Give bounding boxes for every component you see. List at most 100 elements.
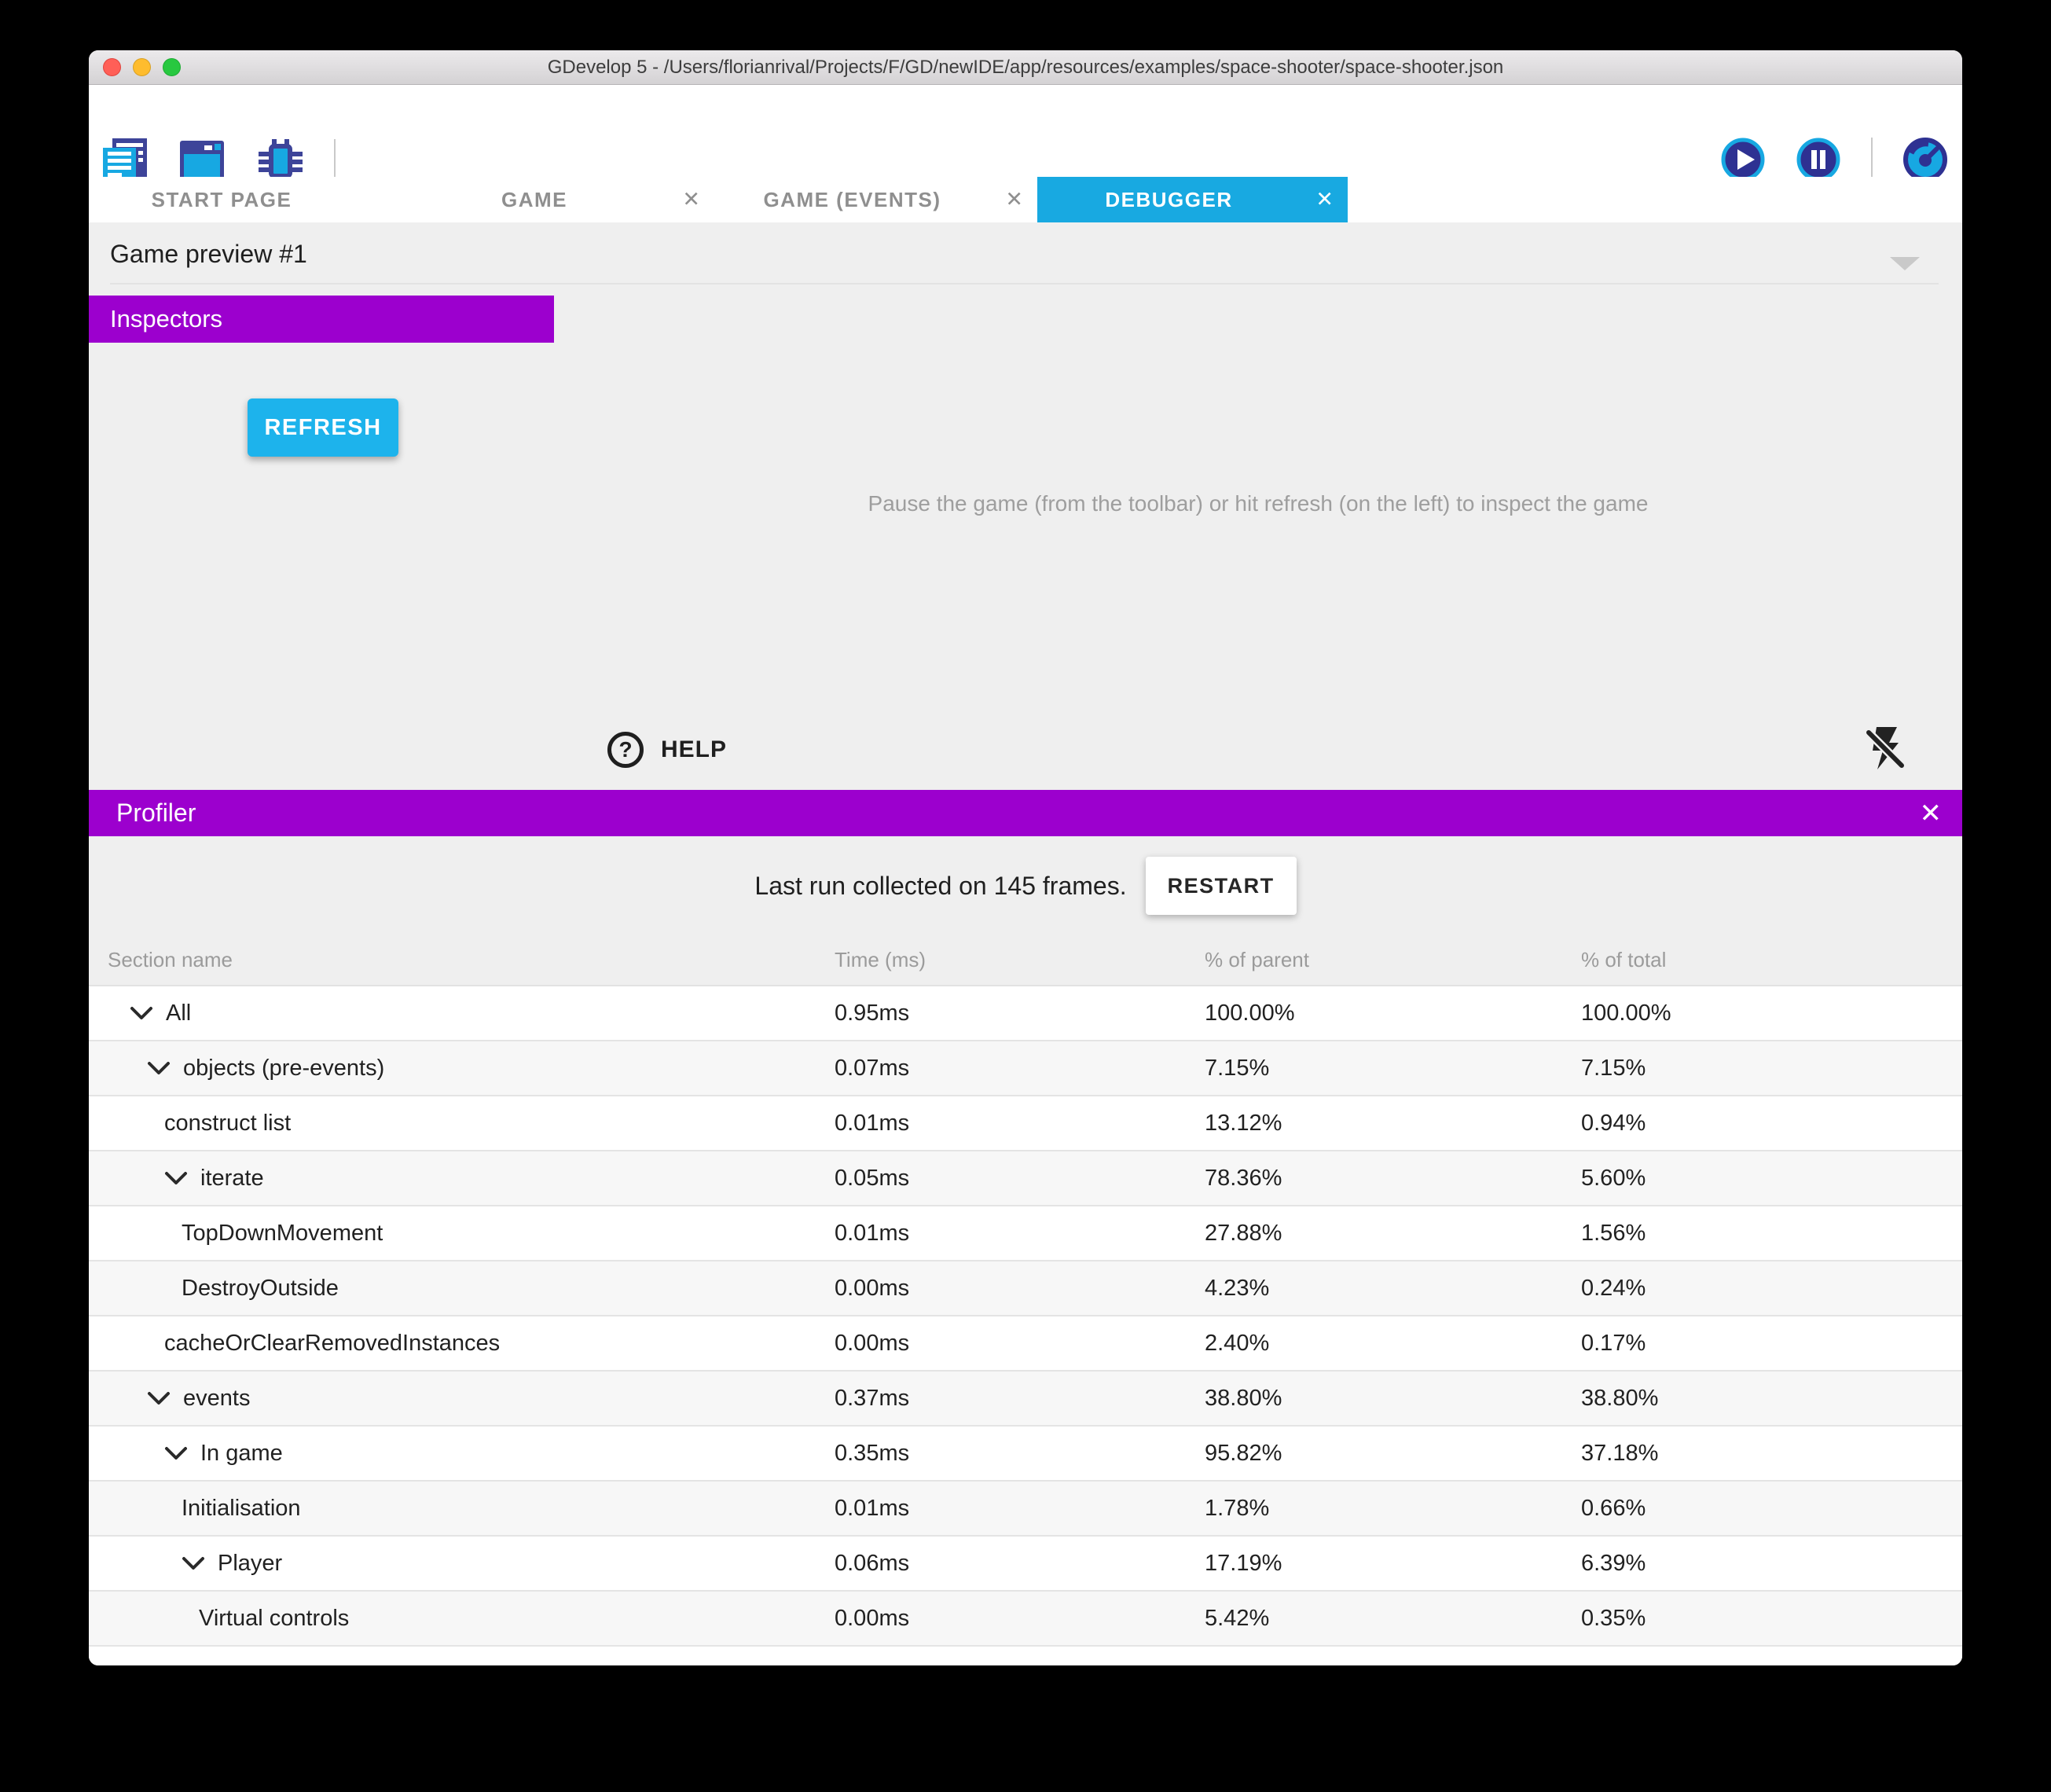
table-row[interactable]: All0.95ms100.00%100.00% [89,986,1962,1041]
inspectors-header: Inspectors [89,296,554,343]
table-row[interactable]: objects (pre-events)0.07ms7.15%7.15% [89,1041,1962,1096]
section-name: TopDownMovement [182,1221,383,1247]
close-icon[interactable]: ✕ [682,188,700,212]
traffic-lights [103,58,181,76]
section-name: Player [218,1551,282,1577]
tab-start-page[interactable]: START PAGE [89,177,402,222]
section-name: Virtual controls [199,1606,349,1632]
section-name: All [166,1001,191,1026]
time-value: 0.01ms [816,1496,1186,1522]
chevron-down-icon[interactable] [164,1446,188,1461]
tab-game[interactable]: GAME ✕ [402,177,714,222]
table-row[interactable]: Virtual controls0.00ms5.42%0.35% [89,1592,1962,1647]
column-header-section-name: Section name [89,948,816,972]
toolbar-divider [1871,138,1873,182]
percent-of-total-value: 38.80% [1562,1386,1962,1412]
tab-debugger[interactable]: DEBUGGER ✕ [1037,177,1348,222]
profiler-table-header: Section name Time (ms) % of parent % of … [89,935,1962,986]
percent-of-parent-value: 17.19% [1186,1551,1562,1577]
table-row[interactable]: Player 0.06ms17.19%6.39% [89,1537,1962,1592]
profiler-table-body: All0.95ms100.00%100.00%objects (pre-even… [89,986,1962,1647]
time-value: 0.01ms [816,1221,1186,1247]
close-window-button[interactable] [103,58,121,76]
profiler-title: Profiler [116,799,196,828]
section-name: construct list [164,1111,291,1137]
profiler-panel: Profiler ✕ Last run collected on 145 fra… [89,790,1962,1665]
percent-of-parent-value: 78.36% [1186,1166,1562,1192]
close-icon[interactable]: ✕ [1315,188,1334,212]
table-row[interactable]: construct list 0.01ms13.12%0.94% [89,1096,1962,1151]
refresh-button[interactable]: REFRESH [248,398,398,457]
profiler-header: Profiler ✕ [89,790,1962,836]
chevron-down-icon[interactable] [1890,257,1920,270]
time-value: 0.00ms [816,1331,1186,1357]
chevron-down-icon[interactable] [147,1061,171,1076]
percent-of-parent-value: 27.88% [1186,1221,1562,1247]
section-name: events [183,1386,250,1412]
percent-of-total-value: 0.17% [1562,1331,1962,1357]
time-value: 0.06ms [816,1551,1186,1577]
profiler-gauge-icon[interactable] [1902,137,1948,182]
percent-of-total-value: 0.94% [1562,1111,1962,1137]
table-row[interactable]: cacheOrClearRemovedInstances 0.00ms2.40%0… [89,1316,1962,1372]
chevron-down-icon[interactable] [147,1391,171,1406]
toolbar [89,85,1962,177]
column-header-time: Time (ms) [816,948,1186,972]
percent-of-total-value: 0.24% [1562,1276,1962,1302]
flash-off-icon[interactable] [1865,725,1906,775]
chevron-down-icon[interactable] [164,1171,188,1186]
time-value: 0.95ms [816,1001,1186,1026]
time-value: 0.01ms [816,1111,1186,1137]
percent-of-parent-value: 13.12% [1186,1111,1562,1137]
inspector-empty-message: Pause the game (from the toolbar) or hit… [554,491,1962,516]
time-value: 0.35ms [816,1441,1186,1467]
table-row[interactable]: TopDownMovement 0.01ms27.88%1.56% [89,1206,1962,1261]
chevron-down-icon[interactable] [130,1006,153,1021]
table-row[interactable]: In game 0.35ms95.82%37.18% [89,1427,1962,1482]
table-row[interactable]: DestroyOutside0.00ms4.23%0.24% [89,1261,1962,1316]
tab-game-events[interactable]: GAME (EVENTS) ✕ [714,177,1037,222]
debugger-content: Game preview #1 Inspectors REFRESH Pause… [89,222,1962,790]
percent-of-total-value: 1.56% [1562,1221,1962,1247]
percent-of-total-value: 6.39% [1562,1551,1962,1577]
close-icon[interactable]: ✕ [1005,188,1023,212]
play-icon[interactable] [1720,137,1766,182]
pause-icon[interactable] [1796,137,1841,182]
titlebar: GDevelop 5 - /Users/florianrival/Project… [89,50,1962,85]
percent-of-parent-value: 5.42% [1186,1606,1562,1632]
restart-button[interactable]: RESTART [1146,857,1297,915]
chevron-down-icon[interactable] [182,1556,205,1571]
section-name: In game [200,1441,283,1467]
percent-of-parent-value: 100.00% [1186,1001,1562,1026]
profiler-status-row: Last run collected on 145 frames. RESTAR… [89,836,1962,935]
time-value: 0.37ms [816,1386,1186,1412]
time-value: 0.00ms [816,1276,1186,1302]
percent-of-parent-value: 4.23% [1186,1276,1562,1302]
maximize-window-button[interactable] [163,58,181,76]
window-title: GDevelop 5 - /Users/florianrival/Project… [89,50,1962,84]
percent-of-parent-value: 7.15% [1186,1056,1562,1081]
section-name: cacheOrClearRemovedInstances [164,1331,500,1357]
help-link[interactable]: ? HELP [607,732,727,768]
tab-bar: START PAGE GAME ✕ GAME (EVENTS) ✕ DEBUGG… [89,177,1962,222]
section-name: objects (pre-events) [183,1056,384,1081]
help-label: HELP [661,736,727,763]
divider [110,283,1939,285]
percent-of-parent-value: 95.82% [1186,1441,1562,1467]
close-icon[interactable]: ✕ [1920,798,1943,829]
app-window: GDevelop 5 - /Users/florianrival/Project… [89,50,1962,1665]
table-row[interactable]: iterate0.05ms78.36%5.60% [89,1151,1962,1206]
desktop-background: GDevelop 5 - /Users/florianrival/Project… [0,0,2051,1792]
section-name: Initialisation [182,1496,301,1522]
percent-of-parent-value: 2.40% [1186,1331,1562,1357]
time-value: 0.00ms [816,1606,1186,1632]
time-value: 0.07ms [816,1056,1186,1081]
table-row[interactable]: Initialisation0.01ms1.78%0.66% [89,1482,1962,1537]
game-preview-selector[interactable]: Game preview #1 [110,240,307,269]
percent-of-total-value: 37.18% [1562,1441,1962,1467]
help-icon: ? [607,732,644,768]
percent-of-total-value: 7.15% [1562,1056,1962,1081]
minimize-window-button[interactable] [133,58,151,76]
table-row[interactable]: events0.37ms38.80%38.80% [89,1372,1962,1427]
percent-of-total-value: 5.60% [1562,1166,1962,1192]
